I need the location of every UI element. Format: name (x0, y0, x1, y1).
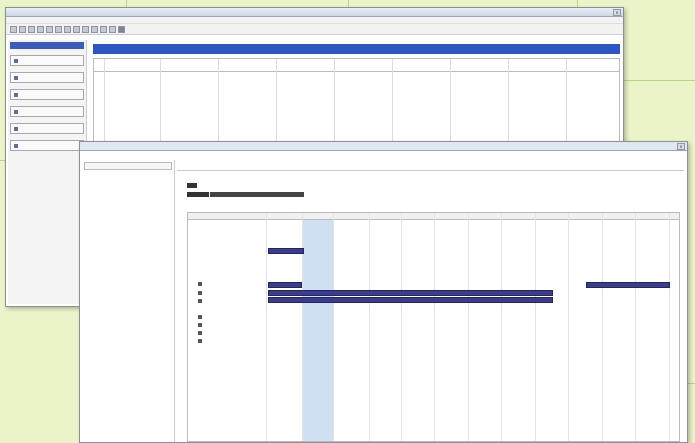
back-sidebar (8, 40, 87, 304)
tab-button[interactable] (210, 191, 305, 197)
sidebar-button[interactable] (10, 55, 84, 66)
redo-icon[interactable] (91, 25, 98, 33)
task-icon (198, 323, 202, 327)
item-icon (14, 143, 18, 148)
info-fields (187, 182, 678, 204)
gantt-divider (468, 213, 469, 441)
copy-icon[interactable] (64, 25, 71, 33)
detail-panel (177, 160, 684, 442)
tree-panel (82, 160, 175, 442)
gantt-divider (369, 213, 370, 441)
action-row (187, 191, 305, 197)
gantt-bar[interactable] (586, 282, 670, 288)
back-toolbar (6, 24, 623, 35)
tab-button[interactable] (187, 191, 209, 197)
gantt-divider (602, 213, 603, 441)
task-icon (198, 299, 202, 303)
front-app-window: × (79, 141, 688, 443)
sidebar-button[interactable] (10, 140, 84, 151)
new-icon[interactable] (19, 25, 26, 33)
tree-search-input[interactable] (84, 162, 172, 170)
item-icon (14, 126, 18, 131)
detail-header (177, 160, 684, 171)
gantt-bar[interactable] (268, 297, 553, 303)
item-icon (14, 58, 18, 63)
gantt-divider (266, 213, 267, 441)
back-banner (93, 44, 620, 54)
guide-line (620, 80, 695, 81)
gantt-bar[interactable] (268, 290, 553, 296)
task-icon (198, 339, 202, 343)
gantt-divider (568, 213, 569, 441)
sidebar-header (10, 42, 84, 49)
front-titlebar: × (80, 142, 687, 151)
undo-icon[interactable] (82, 25, 89, 33)
sidebar-button[interactable] (10, 106, 84, 117)
cut-icon[interactable] (55, 25, 62, 33)
item-icon (14, 75, 18, 80)
refresh-icon[interactable] (100, 25, 107, 33)
back-menubar (6, 17, 623, 24)
task-icon (198, 315, 202, 319)
gantt-bar[interactable] (268, 282, 302, 288)
gantt-divider (401, 213, 402, 441)
paste-icon[interactable] (73, 25, 80, 33)
task-icon (198, 331, 202, 335)
sidebar-button[interactable] (10, 72, 84, 83)
help-icon[interactable] (109, 25, 116, 33)
gantt-divider (333, 213, 334, 441)
today-highlight (302, 220, 333, 441)
sidebar-button[interactable] (10, 89, 84, 100)
print-icon[interactable] (46, 25, 53, 33)
app-icon[interactable] (10, 25, 17, 33)
gantt-divider (501, 213, 502, 441)
close-icon[interactable]: × (613, 9, 621, 16)
gantt-divider (635, 213, 636, 441)
gantt-chart (187, 212, 680, 442)
grid-header-line (94, 71, 619, 72)
sidebar-button[interactable] (10, 123, 84, 134)
item-icon (14, 109, 18, 114)
item-icon (14, 92, 18, 97)
gantt-bar[interactable] (268, 248, 304, 254)
close-icon[interactable]: × (677, 143, 685, 150)
save-icon[interactable] (37, 25, 44, 33)
task-icon (198, 282, 202, 286)
back-titlebar: × (6, 8, 623, 17)
task-icon (198, 291, 202, 295)
gantt-divider (434, 213, 435, 441)
grid-icon[interactable] (118, 25, 125, 33)
field-label (187, 182, 197, 188)
open-icon[interactable] (28, 25, 35, 33)
gantt-divider (535, 213, 536, 441)
gantt-divider (669, 213, 670, 441)
